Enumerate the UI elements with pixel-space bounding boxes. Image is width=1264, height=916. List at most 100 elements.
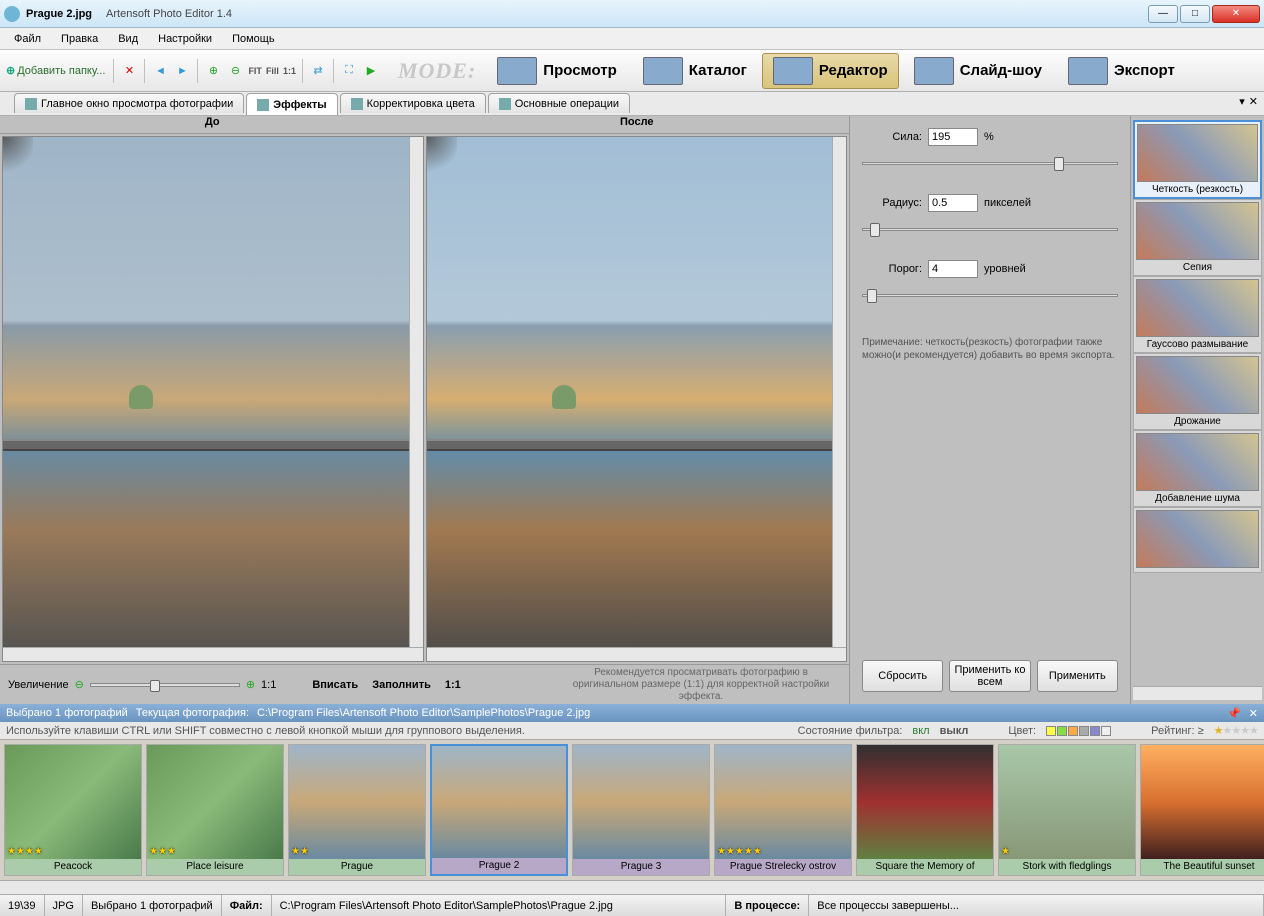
zoom-out-icon[interactable]: ⊖ <box>75 678 84 691</box>
thumbnail[interactable]: Prague 3 <box>572 744 710 876</box>
scrollbar-h[interactable] <box>427 647 847 661</box>
fullscreen-icon[interactable]: ⛶ <box>340 62 358 80</box>
zoom-in-icon[interactable]: ⊕ <box>204 62 222 80</box>
tab-Эффекты[interactable]: Эффекты <box>246 93 337 115</box>
zoom-fill-button[interactable]: Заполнить <box>368 678 435 692</box>
effect-name: Сепия <box>1136 262 1259 273</box>
strength-label: Сила: <box>862 131 922 143</box>
toggle-icon[interactable]: ⇄ <box>309 62 327 80</box>
effects-scrollbar[interactable] <box>1133 686 1262 700</box>
rating-filter[interactable]: ★★★★★ <box>1214 724 1258 737</box>
status-proc-label: В процессе: <box>734 900 800 912</box>
oneone-button[interactable]: 1:1 <box>283 66 296 76</box>
radius-input[interactable] <box>928 194 978 212</box>
effect-name: Дрожание <box>1136 416 1259 427</box>
delete-icon[interactable]: ✕ <box>120 62 138 80</box>
zoom-out-icon[interactable]: ⊖ <box>226 62 244 80</box>
zoom-slider[interactable] <box>90 683 240 687</box>
before-image[interactable] <box>2 136 424 662</box>
menu-view[interactable]: Вид <box>110 31 146 47</box>
effect-item[interactable]: Дрожание <box>1133 353 1262 430</box>
minimize-button[interactable]: — <box>1148 5 1178 23</box>
status-filepath: C:\Program Files\Artensoft Photo Editor\… <box>272 895 727 916</box>
next-icon[interactable]: ► <box>173 62 191 80</box>
menu-edit[interactable]: Правка <box>53 31 106 47</box>
tab-Корректировка цвета[interactable]: Корректировка цвета <box>340 93 486 113</box>
close-button[interactable]: ✕ <box>1212 5 1260 23</box>
title-appname: Artensoft Photo Editor 1.4 <box>106 8 232 20</box>
menu-help[interactable]: Помощь <box>224 31 283 47</box>
pin-icon[interactable]: 📌 <box>1227 707 1241 720</box>
tab-Основные операции[interactable]: Основные операции <box>488 93 630 113</box>
scrollbar-h[interactable] <box>3 647 423 661</box>
effect-item[interactable] <box>1133 507 1262 573</box>
filmstrip-scrollbar[interactable] <box>0 880 1264 894</box>
mode-label: Слайд-шоу <box>960 62 1042 79</box>
effect-thumb <box>1136 279 1259 337</box>
thumbnail[interactable]: ★★★★★Prague Strelecky ostrov <box>714 744 852 876</box>
mode-Экспорт[interactable]: Экспорт <box>1057 53 1186 89</box>
add-folder-button[interactable]: ⊕Добавить папку... <box>6 64 105 77</box>
menu-file[interactable]: Файл <box>6 31 49 47</box>
tab-close-icon[interactable]: ✕ <box>1249 95 1258 108</box>
mode-Просмотр[interactable]: Просмотр <box>486 53 627 89</box>
thumbnail[interactable]: Prague 2 <box>430 744 568 876</box>
tab-Главное окно просмотра фотографии[interactable]: Главное окно просмотра фотографии <box>14 93 244 113</box>
maximize-button[interactable]: □ <box>1180 5 1210 23</box>
thumbnail[interactable]: ★★★★Peacock <box>4 744 142 876</box>
prev-icon[interactable]: ◄ <box>151 62 169 80</box>
zoom-fit-button[interactable]: Вписать <box>308 678 362 692</box>
reset-button[interactable]: Сбросить <box>862 660 943 692</box>
thumb-image <box>432 746 566 858</box>
strength-slider[interactable] <box>862 154 1118 174</box>
scrollbar-v[interactable] <box>409 137 423 647</box>
mode-Редактор[interactable]: Редактор <box>762 53 899 89</box>
mode-label: Экспорт <box>1114 62 1175 79</box>
zoom-in-icon[interactable]: ⊕ <box>246 678 255 691</box>
zoom-scale-button[interactable]: 1:1 <box>441 678 465 692</box>
filter-on[interactable]: вкл <box>912 725 929 737</box>
threshold-input[interactable] <box>928 260 978 278</box>
mode-Каталог[interactable]: Каталог <box>632 53 758 89</box>
effect-controls: Сила: % Радиус: пикселей Порог: уровней … <box>850 116 1130 704</box>
strength-input[interactable] <box>928 128 978 146</box>
thumbnail[interactable]: The Beautiful sunset <box>1140 744 1264 876</box>
effect-item[interactable]: Сепия <box>1133 199 1262 276</box>
mode-Слайд-шоу[interactable]: Слайд-шоу <box>903 53 1053 89</box>
apply-all-button[interactable]: Применить ко всем <box>949 660 1030 692</box>
thumb-name: Prague 3 <box>573 859 709 875</box>
scrollbar-v[interactable] <box>832 137 846 647</box>
effects-list[interactable]: Четкость (резкость) Сепия Гауссово размыва… <box>1130 116 1264 704</box>
mode-icon <box>1068 57 1108 85</box>
threshold-slider[interactable] <box>862 286 1118 306</box>
after-image[interactable] <box>426 136 848 662</box>
tab-label: Основные операции <box>515 98 619 110</box>
tab-dropdown-icon[interactable]: ▾ <box>1239 95 1245 108</box>
effect-item[interactable]: Добавление шума <box>1133 430 1262 507</box>
tab-label: Корректировка цвета <box>367 98 475 110</box>
filmstrip[interactable]: ★★★★Peacock★★★Place leisure★★PraguePragu… <box>0 740 1264 880</box>
current-label: Текущая фотография: <box>136 707 249 719</box>
fit-button[interactable]: FIT <box>248 66 262 76</box>
menu-settings[interactable]: Настройки <box>150 31 220 47</box>
filter-state-label: Состояние фильтра: <box>798 725 903 737</box>
play-icon[interactable]: ▶ <box>362 62 380 80</box>
effect-item[interactable]: Гауссово размывание <box>1133 276 1262 353</box>
thumb-name: Prague <box>289 859 425 875</box>
tab-icon <box>351 98 363 110</box>
strip-close-icon[interactable]: ✕ <box>1249 707 1258 720</box>
radius-slider[interactable] <box>862 220 1118 240</box>
status-counter: 19\39 <box>0 895 45 916</box>
before-label: До <box>0 116 425 134</box>
thumbnail[interactable]: ★Stork with fledglings <box>998 744 1136 876</box>
apply-button[interactable]: Применить <box>1037 660 1118 692</box>
effect-thumb <box>1137 124 1258 182</box>
effect-item[interactable]: Четкость (резкость) <box>1133 120 1262 199</box>
filter-off[interactable]: выкл <box>940 725 969 737</box>
thumbnail[interactable]: ★★★Place leisure <box>146 744 284 876</box>
fill-button[interactable]: Fill <box>266 66 279 76</box>
color-filter[interactable] <box>1046 726 1111 736</box>
thumbnail[interactable]: ★★Prague <box>288 744 426 876</box>
thumb-stars: ★★★★ <box>7 846 43 857</box>
thumbnail[interactable]: Square the Memory of <box>856 744 994 876</box>
